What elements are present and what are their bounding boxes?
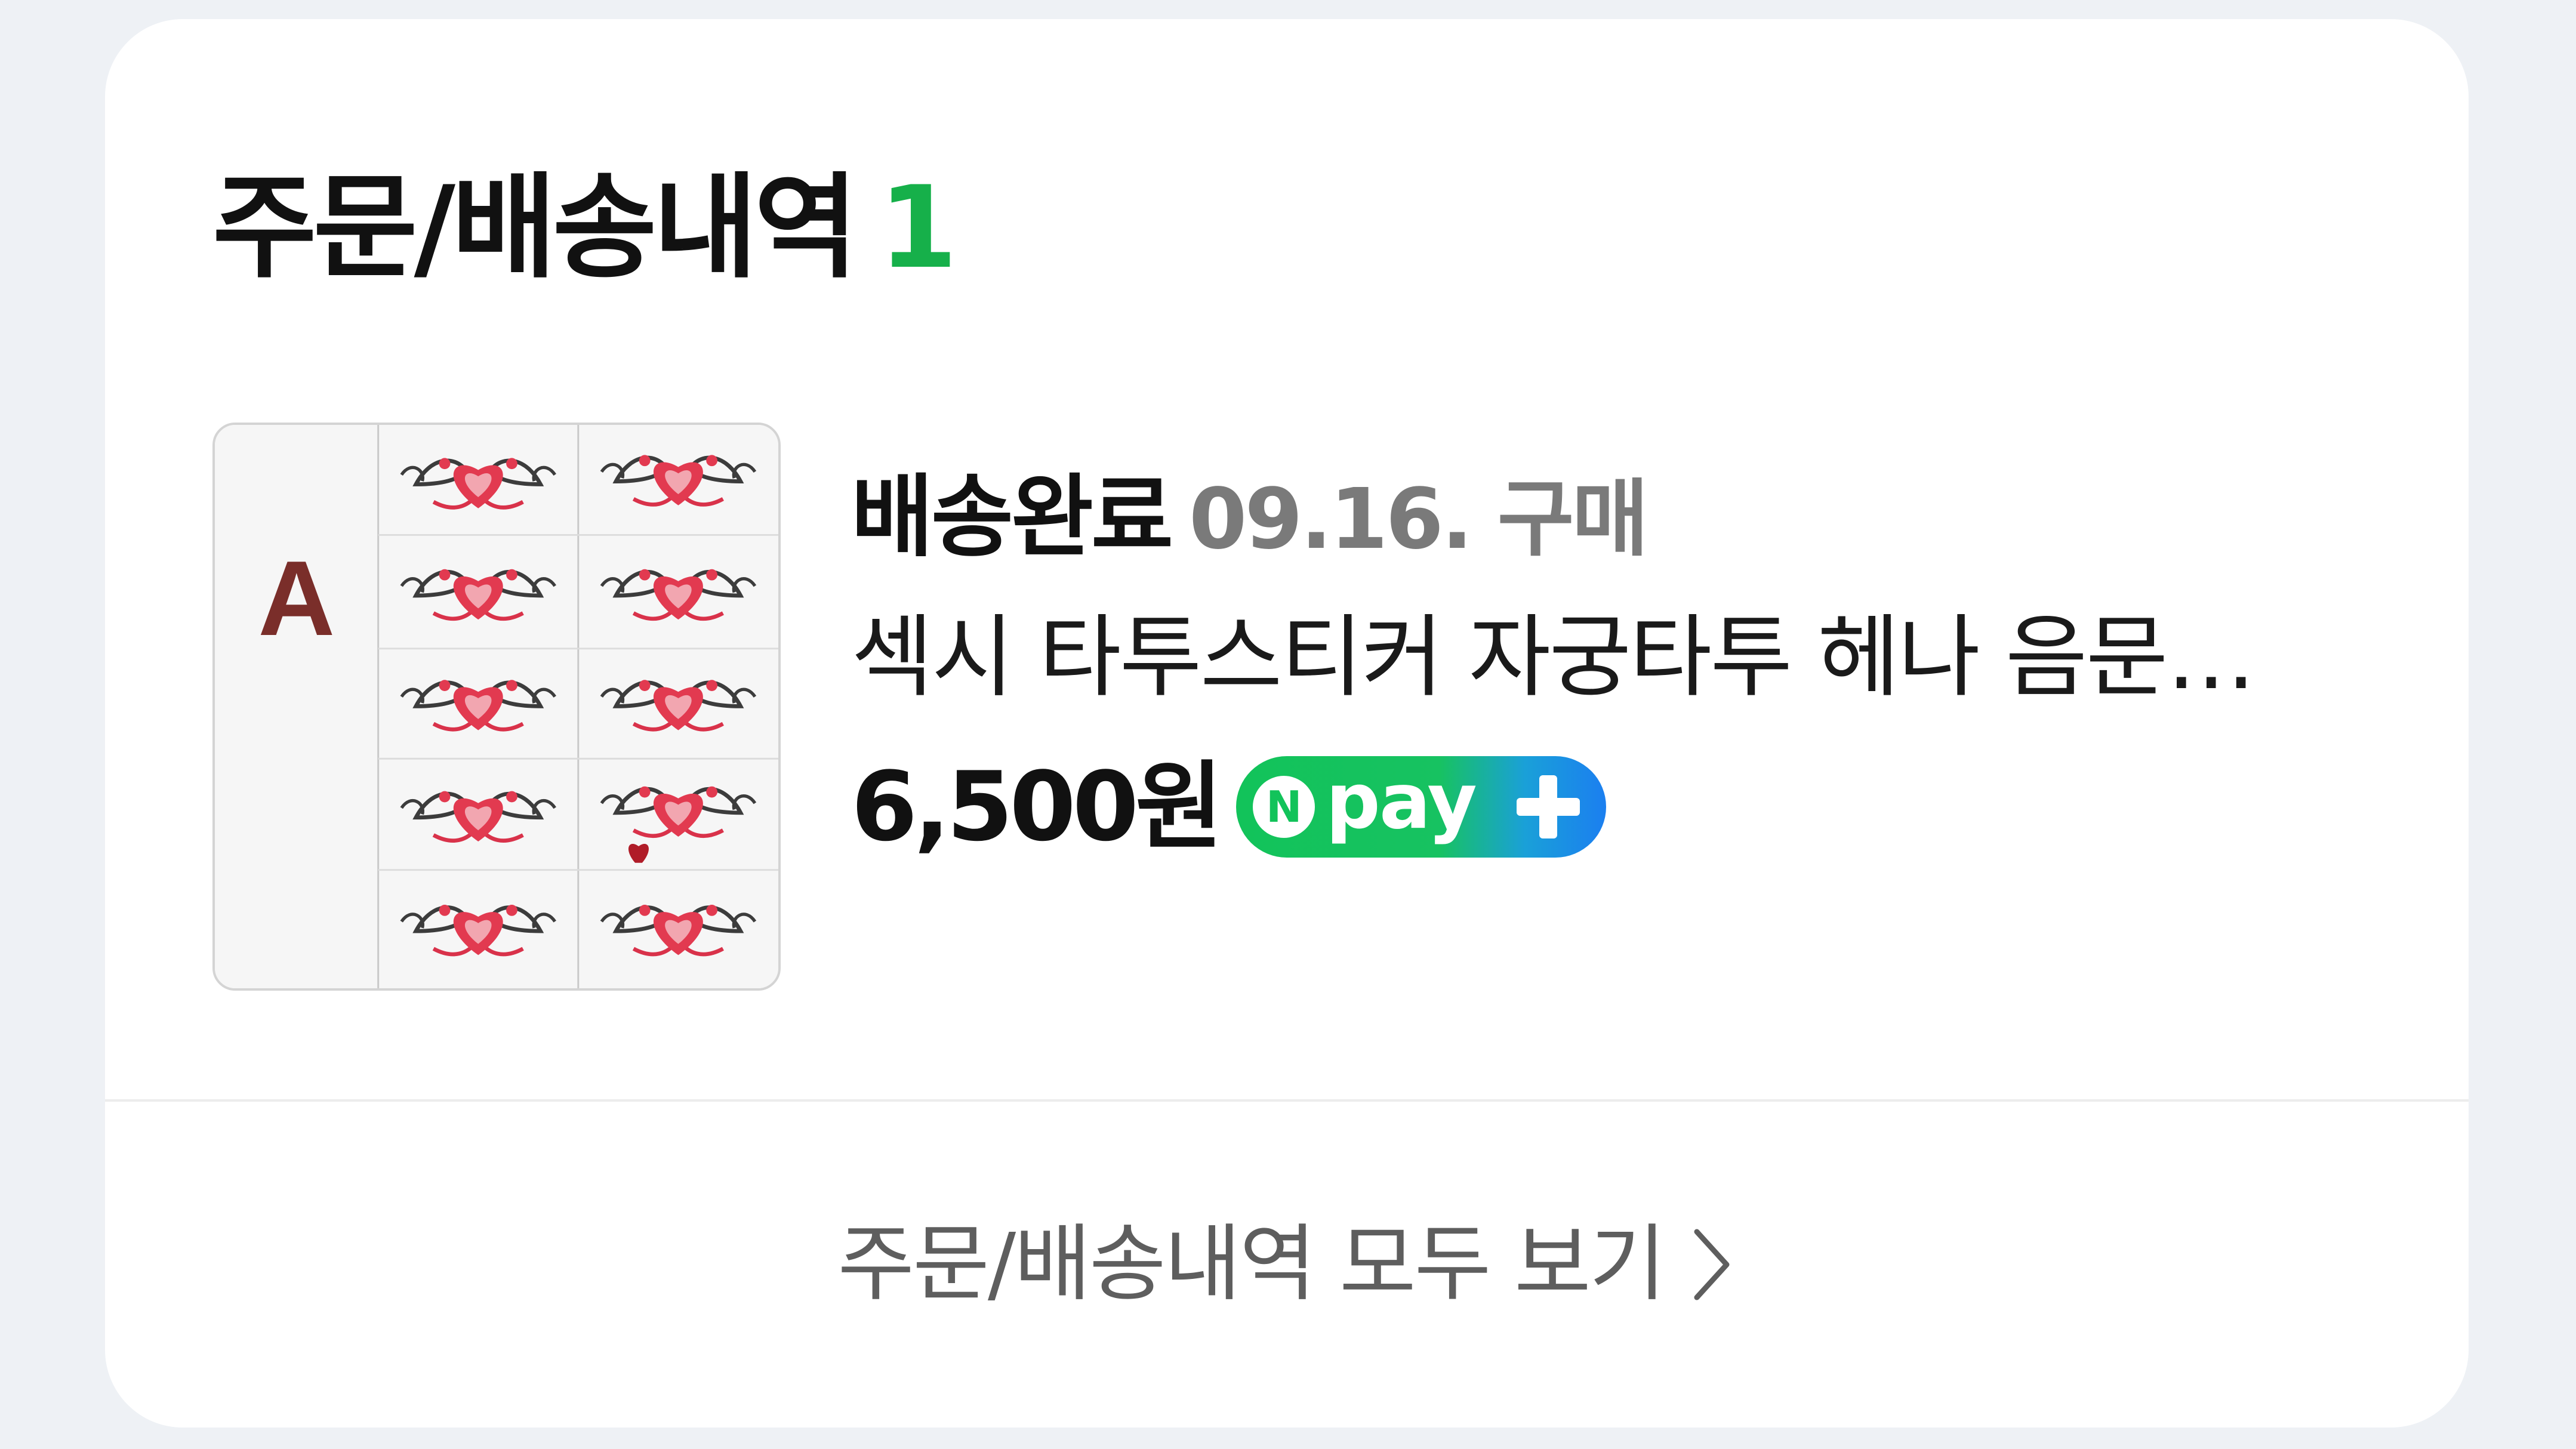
npay-plus-badge: N pay xyxy=(1236,756,1607,858)
naver-n-icon: N xyxy=(1253,776,1315,838)
chevron-right-icon xyxy=(1694,1229,1730,1300)
section-title: 주문/배송내역 xyxy=(212,162,858,294)
order-history-card: 주문/배송내역 1 A 배송완료 09.16. 구매 섹시 타투스티커 자궁타투… xyxy=(105,19,2469,1428)
thumbnail-letter: A xyxy=(258,538,335,658)
section-header: 주문/배송내역 1 xyxy=(212,171,957,285)
purchase-date: 09.16. 구매 xyxy=(1189,471,1648,568)
view-all-label: 주문/배송내역 모두 보기 xyxy=(837,1216,1666,1313)
order-count-badge: 1 xyxy=(879,162,957,294)
product-name[interactable]: 섹시 타투스티커 자궁타투 헤나 음문… xyxy=(851,613,2254,702)
product-thumbnail[interactable]: A xyxy=(212,423,781,991)
order-info[interactable]: 배송완료 09.16. 구매 섹시 타투스티커 자궁타투 헤나 음문… 6,500… xyxy=(851,473,2254,858)
product-price: 6,500원 xyxy=(851,751,1223,862)
view-all-orders-button[interactable]: 주문/배송내역 모두 보기 xyxy=(105,1102,2469,1428)
plus-icon xyxy=(1517,775,1580,838)
npay-label: pay xyxy=(1326,757,1477,846)
delivery-status: 배송완료 xyxy=(851,465,1173,569)
